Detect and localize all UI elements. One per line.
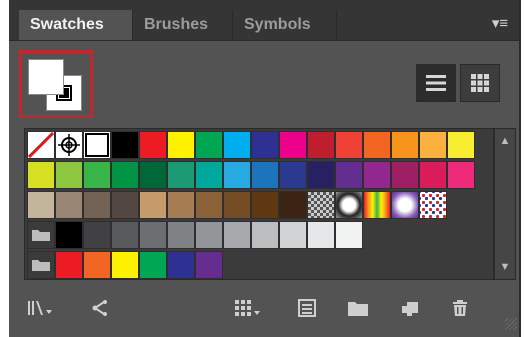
gradient-swatch[interactable]: [335, 191, 363, 219]
color-swatch[interactable]: [27, 191, 55, 219]
panel-tab-bar: Swatches Brushes Symbols ▾≡: [9, 0, 519, 41]
tab-swatches[interactable]: Swatches: [19, 10, 133, 40]
resize-handle-icon[interactable]: [505, 318, 517, 330]
color-swatch[interactable]: [251, 131, 279, 159]
color-swatch[interactable]: [55, 221, 83, 249]
color-group-icon[interactable]: [296, 299, 318, 321]
scroll-down-arrow-icon[interactable]: ▼: [495, 259, 515, 275]
swatch-row: [27, 131, 475, 159]
swatch-row: [27, 221, 363, 249]
color-swatch[interactable]: [447, 161, 475, 189]
color-swatch[interactable]: [111, 161, 139, 189]
color-swatch[interactable]: [55, 251, 83, 279]
share-icon[interactable]: [89, 299, 111, 321]
color-swatch[interactable]: [251, 191, 279, 219]
none-swatch[interactable]: [27, 131, 55, 159]
color-swatch[interactable]: [335, 221, 363, 249]
color-swatch[interactable]: [279, 161, 307, 189]
color-swatch[interactable]: [139, 191, 167, 219]
color-swatch[interactable]: [167, 131, 195, 159]
color-swatch[interactable]: [55, 161, 83, 189]
color-swatch[interactable]: [223, 191, 251, 219]
color-swatch[interactable]: [223, 131, 251, 159]
scroll-up-arrow-icon[interactable]: ▲: [495, 133, 515, 149]
color-group-folder-icon[interactable]: [27, 251, 55, 279]
color-swatch[interactable]: [307, 131, 335, 159]
gradient-swatch[interactable]: [391, 191, 419, 219]
color-swatch[interactable]: [279, 131, 307, 159]
color-group-folder-icon[interactable]: [27, 221, 55, 249]
color-swatch[interactable]: [391, 131, 419, 159]
color-swatch[interactable]: [139, 131, 167, 159]
view-mode-buttons: [416, 64, 502, 102]
color-swatch[interactable]: [139, 221, 167, 249]
color-swatch[interactable]: [195, 251, 223, 279]
color-swatch[interactable]: [195, 131, 223, 159]
color-swatch[interactable]: [167, 251, 195, 279]
color-swatch[interactable]: [139, 161, 167, 189]
list-view-icon[interactable]: [416, 64, 456, 102]
trash-icon[interactable]: [449, 299, 471, 321]
color-swatch[interactable]: [223, 161, 251, 189]
swatch-row: [27, 191, 447, 219]
color-swatch[interactable]: [223, 221, 251, 249]
color-swatch[interactable]: [251, 221, 279, 249]
tab-symbols[interactable]: Symbols: [233, 10, 337, 40]
color-swatch[interactable]: [307, 221, 335, 249]
color-swatch[interactable]: [27, 161, 55, 189]
color-swatch[interactable]: [139, 251, 167, 279]
color-swatch[interactable]: [83, 251, 111, 279]
color-swatch[interactable]: [307, 161, 335, 189]
registration-swatch[interactable]: [55, 131, 83, 159]
panel-menu-icon[interactable]: ▾≡: [489, 14, 511, 34]
color-swatch[interactable]: [391, 161, 419, 189]
swatch-grid-icon[interactable]: [234, 299, 262, 321]
scrollbar[interactable]: ▲ ▼: [494, 128, 516, 280]
color-swatch[interactable]: [83, 221, 111, 249]
color-swatch[interactable]: [195, 161, 223, 189]
gradient-swatch[interactable]: [363, 191, 391, 219]
tab-brushes[interactable]: Brushes: [133, 10, 233, 40]
color-swatch[interactable]: [419, 161, 447, 189]
color-swatch[interactable]: [335, 131, 363, 159]
color-swatch[interactable]: [447, 131, 475, 159]
color-swatch[interactable]: [111, 191, 139, 219]
color-swatch[interactable]: [279, 221, 307, 249]
color-swatch[interactable]: [419, 131, 447, 159]
color-swatch[interactable]: [195, 191, 223, 219]
swatch-grid: [24, 128, 494, 280]
color-swatch[interactable]: [83, 161, 111, 189]
color-swatch[interactable]: [195, 221, 223, 249]
folder-icon[interactable]: [346, 299, 370, 321]
color-swatch[interactable]: [167, 221, 195, 249]
color-swatch[interactable]: [83, 191, 111, 219]
color-swatch[interactable]: [363, 161, 391, 189]
swatch-row: [27, 161, 475, 189]
color-swatch[interactable]: [335, 161, 363, 189]
color-swatch[interactable]: [111, 251, 139, 279]
swatches-panel: Swatches Brushes Symbols ▾≡ ▲ ▼: [9, 0, 521, 337]
fill-stroke-indicator: [19, 50, 93, 118]
pattern-swatch[interactable]: [307, 191, 335, 219]
color-swatch[interactable]: [55, 191, 83, 219]
color-swatch[interactable]: [279, 191, 307, 219]
library-icon[interactable]: [27, 299, 53, 321]
fill-swatch[interactable]: [28, 59, 64, 95]
color-swatch[interactable]: [167, 161, 195, 189]
pattern-swatch[interactable]: [419, 191, 447, 219]
new-swatch-icon[interactable]: [399, 299, 421, 321]
color-swatch[interactable]: [111, 131, 139, 159]
thumbnail-view-icon[interactable]: [460, 64, 500, 102]
color-swatch[interactable]: [83, 131, 111, 159]
color-swatch[interactable]: [251, 161, 279, 189]
color-swatch[interactable]: [363, 131, 391, 159]
color-swatch[interactable]: [167, 191, 195, 219]
bottom-toolbar: [9, 287, 519, 332]
swatch-row: [27, 251, 223, 279]
color-swatch[interactable]: [111, 221, 139, 249]
